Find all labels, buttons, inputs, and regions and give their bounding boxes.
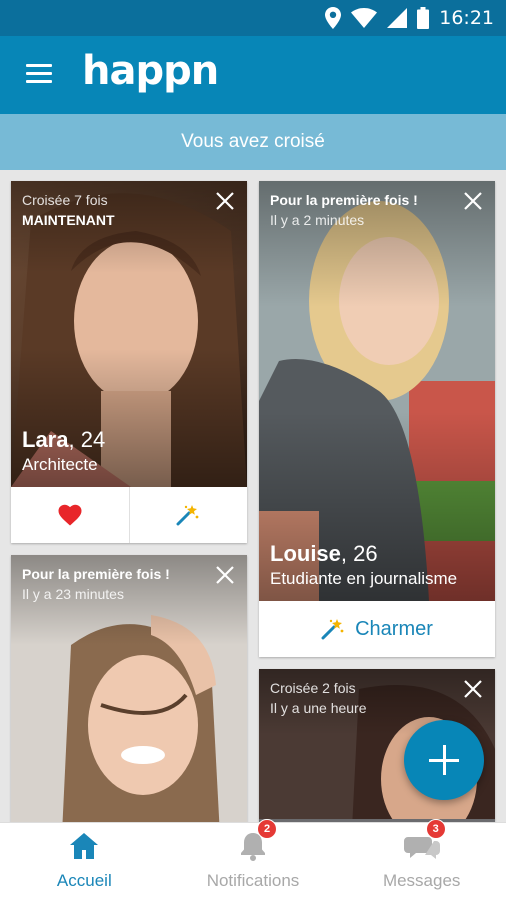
card-actions	[11, 487, 247, 543]
like-button[interactable]	[11, 487, 129, 543]
profile-card-lara[interactable]: Croisée 7 fois MAINTENANT Lara, 24 Archi…	[11, 181, 247, 543]
close-icon[interactable]	[215, 191, 235, 211]
close-icon[interactable]	[463, 191, 483, 211]
charm-button[interactable]: Charmer	[259, 601, 495, 657]
profile-card-louise[interactable]: Pour la première fois ! Il y a 2 minutes…	[259, 181, 495, 657]
crossing-time: Il y a une heure	[270, 700, 367, 716]
status-bar: 16:21	[0, 0, 506, 36]
app-bar: happn	[0, 36, 506, 114]
crossed-header: Vous avez croisé	[0, 114, 506, 170]
crossing-time: Il y a 23 minutes	[22, 586, 124, 602]
charm-button[interactable]	[130, 487, 248, 543]
bottom-nav: Accueil 2 Notifications 3 Messages	[0, 819, 506, 901]
crossing-count: Croisée 7 fois	[22, 192, 108, 208]
nav-messages-label: Messages	[382, 871, 461, 890]
location-icon	[325, 7, 342, 29]
messages-badge: 3	[425, 819, 446, 839]
nav-notifications[interactable]: 2 Notifications	[169, 819, 338, 901]
charm-wand-icon	[176, 505, 199, 526]
profile-job: Etudiante en journalisme	[270, 569, 458, 588]
profile-name: Louise	[270, 541, 341, 566]
crossing-time: Il y a 2 minutes	[270, 212, 365, 228]
wifi-icon	[351, 8, 378, 28]
menu-icon[interactable]	[26, 64, 52, 84]
nav-notifications-label: Notifications	[206, 871, 300, 890]
profile-photo[interactable]: Croisée 7 fois MAINTENANT Lara, 24 Archi…	[11, 181, 247, 487]
charm-label: Charmer	[355, 617, 433, 640]
app-logo: happn	[82, 48, 219, 94]
profile-job: Architecte	[22, 455, 98, 474]
crossing-count: Pour la première fois !	[22, 566, 170, 582]
close-icon[interactable]	[215, 565, 235, 585]
profile-age: , 26	[340, 541, 378, 566]
nav-messages[interactable]: 3 Messages	[337, 819, 506, 901]
charm-wand-icon	[321, 619, 344, 640]
home-icon	[64, 829, 104, 863]
profile-name-line: Lara, 24	[22, 427, 105, 453]
notifications-badge: 2	[257, 819, 277, 839]
heart-icon	[58, 504, 82, 526]
close-icon[interactable]	[463, 679, 483, 699]
profile-age: , 24	[68, 427, 106, 452]
profile-name-line: Louise, 26	[270, 541, 378, 567]
crossed-header-title: Vous avez croisé	[181, 131, 325, 152]
nav-home-label: Accueil	[56, 871, 112, 890]
signal-icon	[387, 8, 408, 28]
crossing-count: Pour la première fois !	[270, 192, 418, 208]
profile-name: Lara	[22, 427, 69, 452]
add-fab-button[interactable]	[404, 720, 484, 800]
bell-icon: 2	[233, 819, 277, 863]
status-time: 16:21	[439, 7, 494, 29]
profile-card[interactable]: Pour la première fois ! Il y a 23 minute…	[11, 555, 247, 822]
profile-photo[interactable]: Pour la première fois ! Il y a 2 minutes…	[259, 181, 495, 601]
nav-home[interactable]: Accueil	[0, 823, 169, 901]
profile-photo[interactable]: Pour la première fois ! Il y a 23 minute…	[11, 555, 247, 822]
crossing-time: MAINTENANT	[22, 212, 115, 228]
crossing-count: Croisée 2 fois	[270, 680, 356, 696]
battery-icon	[417, 7, 430, 29]
chat-icon: 3	[402, 819, 446, 863]
